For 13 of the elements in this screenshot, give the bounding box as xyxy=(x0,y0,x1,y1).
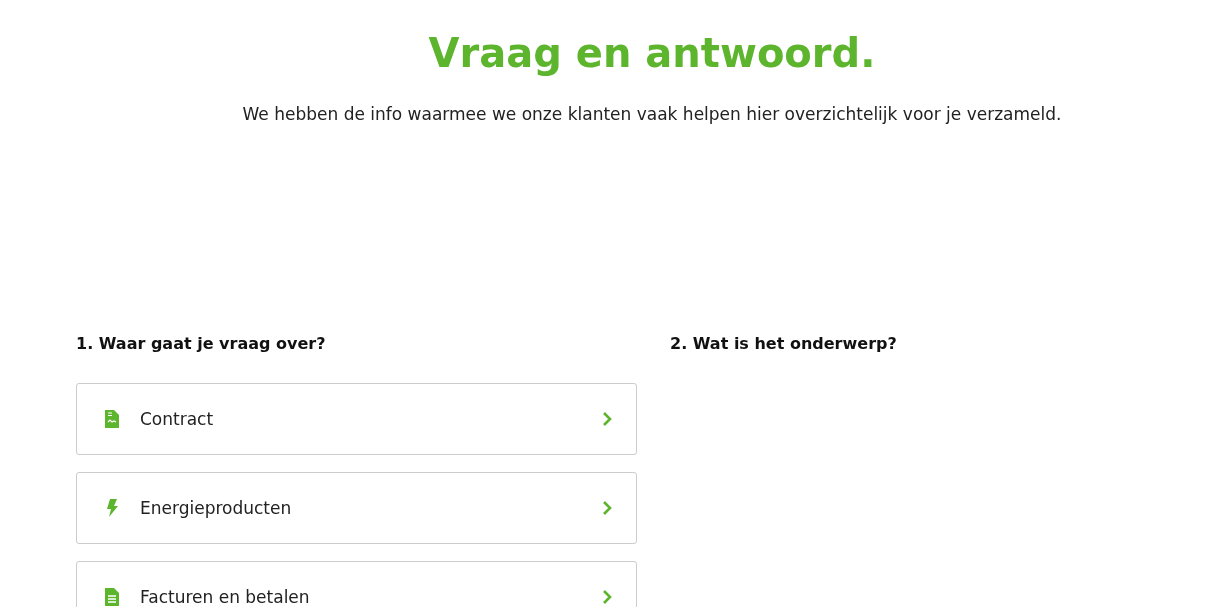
intro-text: We hebben de info waarmee we onze klanten vaak helpen hier overzichtelijk voor je verzameld. xyxy=(241,104,1063,124)
document-icon xyxy=(105,588,119,606)
document-icon xyxy=(105,410,119,428)
chevron-icon xyxy=(602,411,612,427)
step-heading: 2. Wat is het onderwerp? xyxy=(670,334,898,354)
lightning-icon xyxy=(105,499,119,517)
chevron-icon xyxy=(602,500,612,516)
topic-card[interactable]: Energieproducten xyxy=(76,472,637,544)
topic-card[interactable]: Facturen en betalen xyxy=(76,561,637,607)
chevron-icon xyxy=(602,589,612,605)
topic-card[interactable]: Contract xyxy=(76,383,637,455)
page-title: Vraag en antwoord. xyxy=(427,29,877,78)
step-heading: 1. Waar gaat je vraag over? xyxy=(76,334,327,354)
